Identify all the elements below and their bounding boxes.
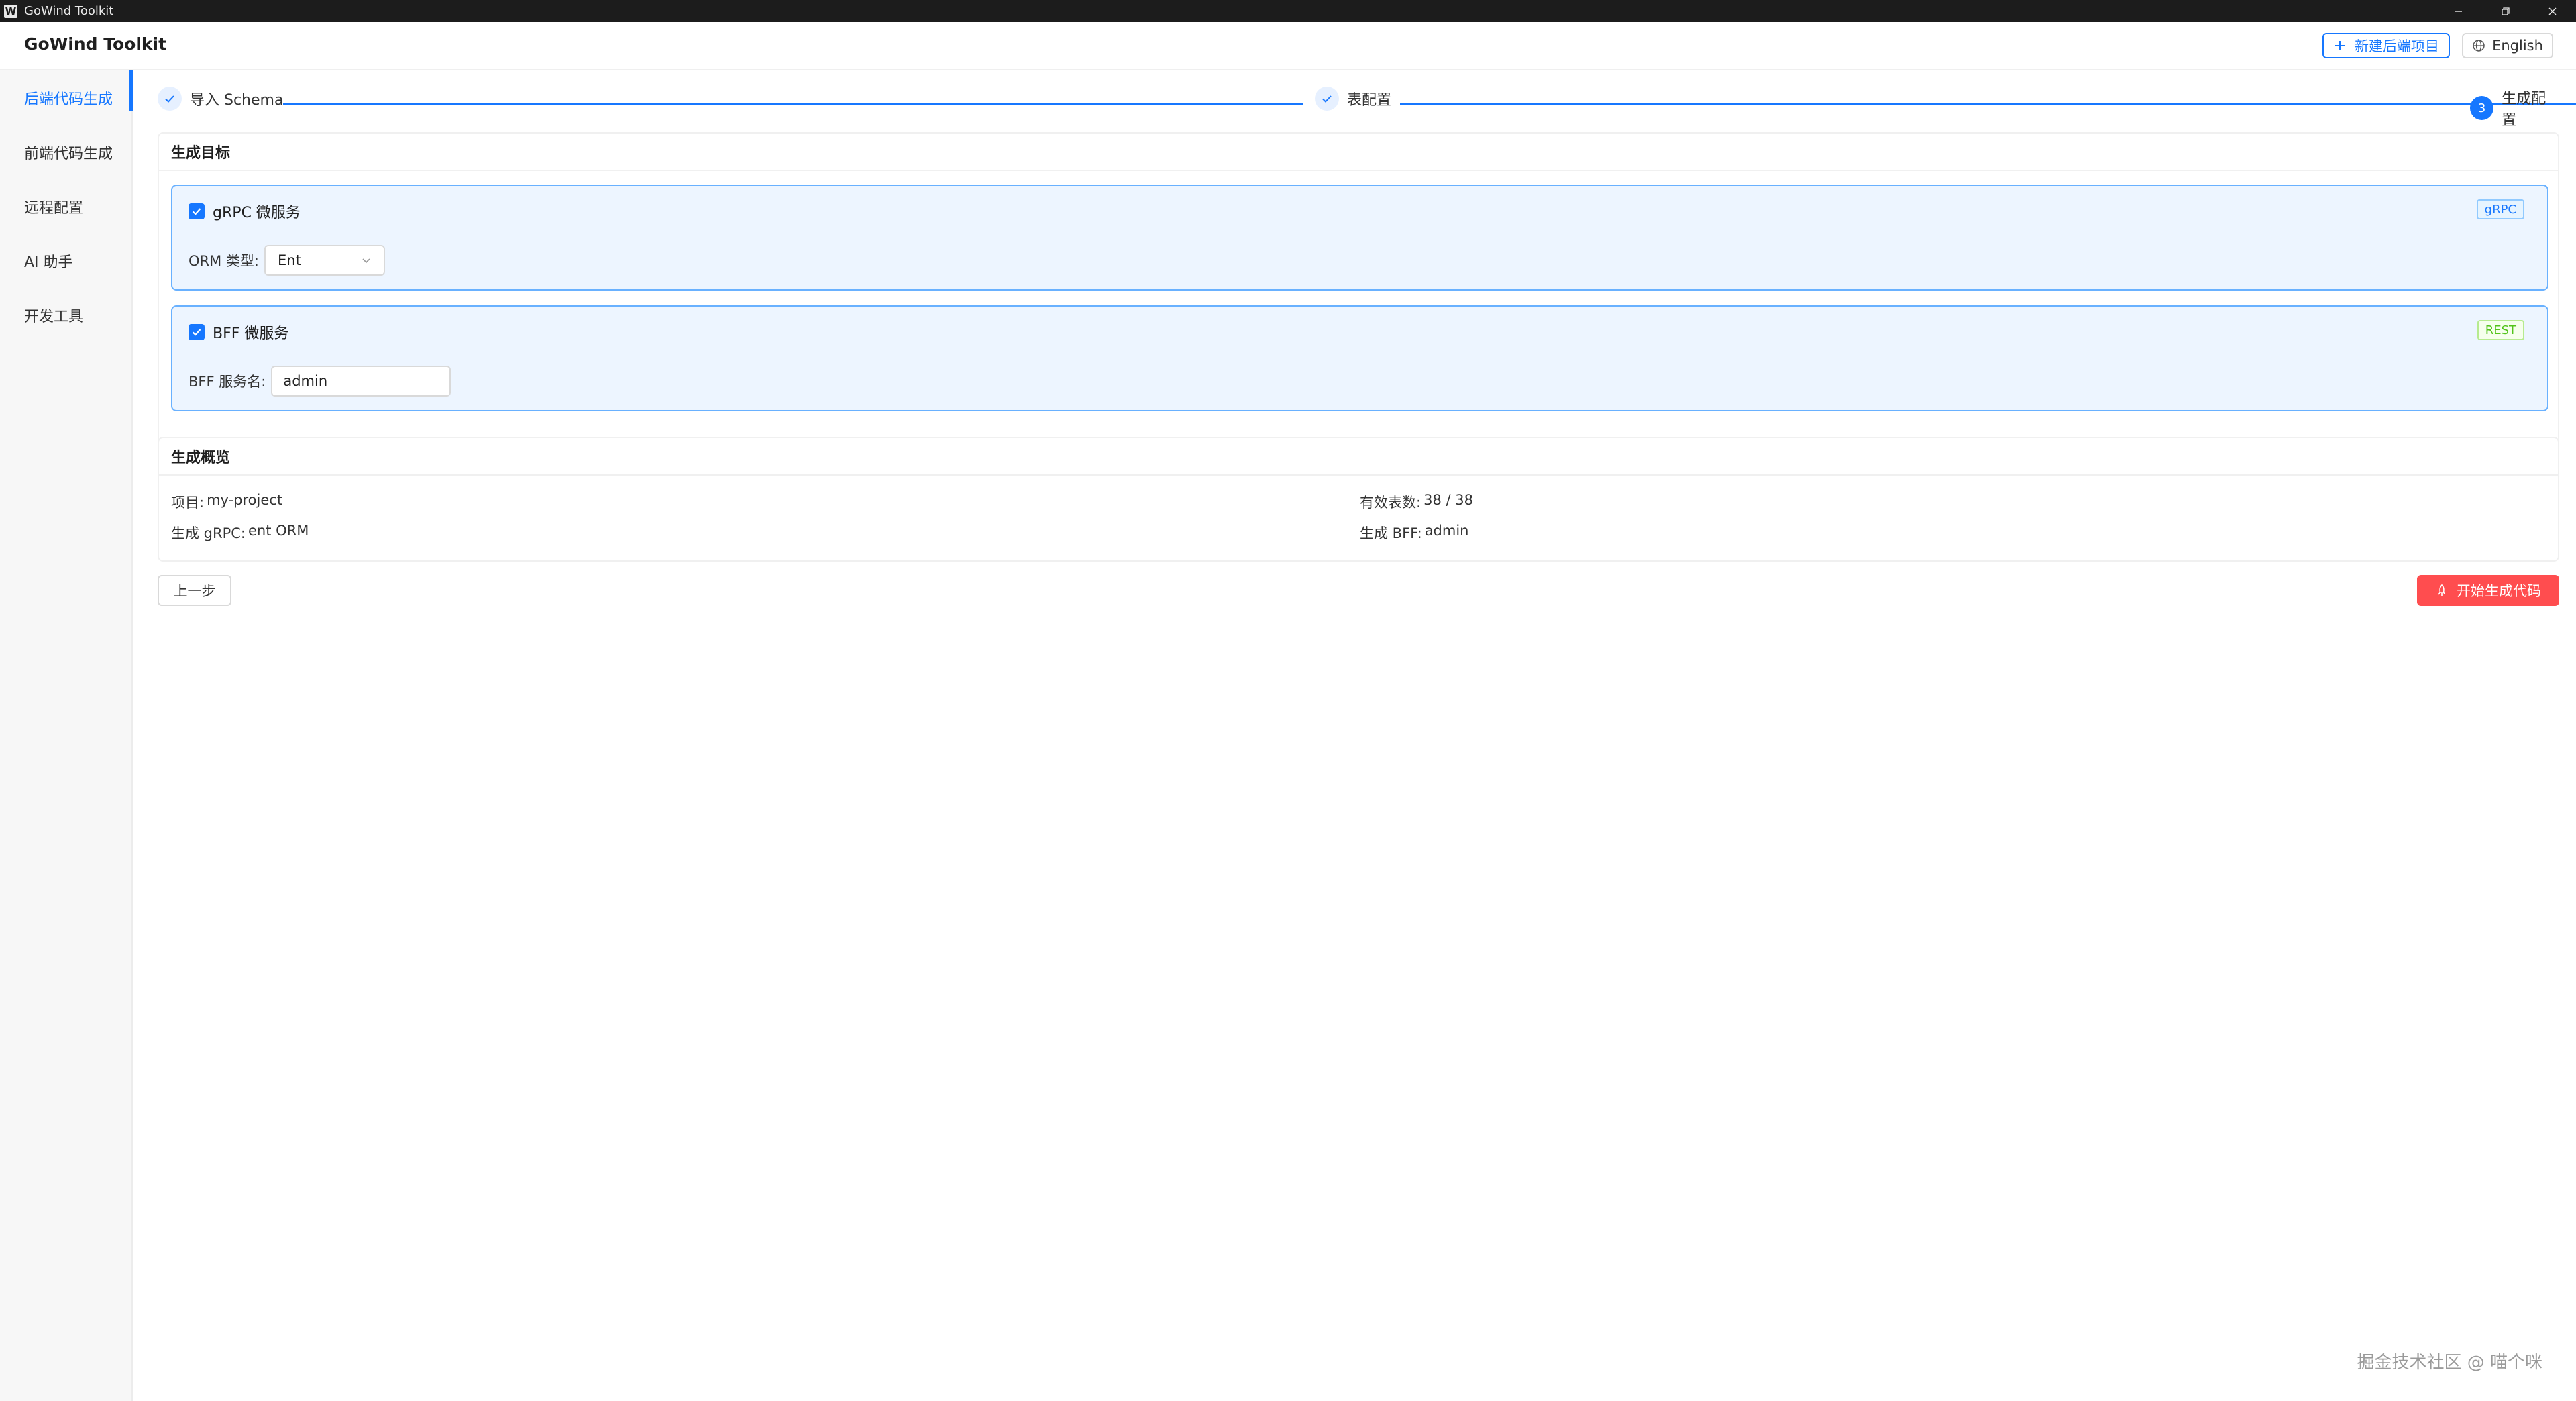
bff-name-row: BFF 服务名: — [189, 366, 451, 397]
sidebar-item-label: 前端代码生成 — [24, 145, 113, 162]
window-controls — [2435, 0, 2576, 22]
grpc-target-label: gRPC 微服务 — [213, 205, 301, 221]
new-backend-project-label: 新建后端项目 — [2355, 38, 2439, 54]
grpc-checkbox[interactable] — [189, 203, 205, 219]
minimize-button[interactable] — [2435, 0, 2482, 22]
orm-type-select[interactable]: Ent — [264, 245, 385, 276]
window-titlebar: W GoWind Toolkit — [0, 0, 2576, 22]
window-title: GoWind Toolkit — [24, 4, 114, 18]
orm-type-value: Ent — [278, 252, 301, 268]
orm-type-label: ORM 类型: — [189, 253, 259, 269]
sidebar-item-label: 开发工具 — [24, 308, 84, 325]
close-icon — [2548, 7, 2557, 15]
summary-grpc-label: 生成 gRPC: — [171, 525, 246, 541]
summary-bff: 生成 BFF: admin — [1360, 523, 1469, 543]
summary-project: 项目: my-project — [171, 492, 282, 512]
language-label: English — [2492, 38, 2543, 54]
watermark: 掘金技术社区 @ 喵个咪 — [2357, 1353, 2542, 1373]
generation-summary-card: 生成概览 项目: my-project 有效表数: 38 / 38 生成 gRP… — [158, 437, 2559, 562]
summary-grpc: 生成 gRPC: ent ORM — [171, 523, 309, 543]
summary-tables-value: 38 / 38 — [1424, 492, 1473, 508]
grpc-target-box: gRPC 微服务 gRPC ORM 类型: Ent — [171, 185, 2548, 291]
step-import-schema[interactable]: 导入 Schema — [158, 87, 283, 111]
bff-name-input[interactable] — [271, 366, 451, 397]
start-generate-label: 开始生成代码 — [2457, 583, 2541, 599]
chevron-down-icon — [362, 258, 370, 264]
summary-tables-label: 有效表数: — [1360, 495, 1421, 511]
close-button[interactable] — [2529, 0, 2576, 22]
step-done-icon — [158, 87, 182, 111]
checkmark-icon — [192, 329, 201, 336]
sidebar-item-label: 远程配置 — [24, 199, 84, 217]
bff-target-header: BFF 微服务 — [189, 321, 288, 343]
sidebar-item-remote-config[interactable]: 远程配置 — [0, 179, 131, 234]
sidebar-item-ai-assistant[interactable]: AI 助手 — [0, 234, 131, 288]
card-title: 生成目标 — [159, 134, 2558, 171]
orm-type-row: ORM 类型: Ent — [189, 245, 385, 276]
bff-target-label: BFF 微服务 — [213, 325, 289, 342]
step-table-config[interactable]: 表配置 — [1315, 87, 1391, 111]
checkmark-icon — [192, 208, 201, 215]
app-header: GoWind Toolkit 新建后端项目 English — [0, 22, 2576, 70]
grpc-target-header: gRPC 微服务 — [189, 201, 301, 222]
bff-target-box: BFF 微服务 REST BFF 服务名: — [171, 305, 2548, 411]
summary-project-label: 项目: — [171, 495, 205, 511]
start-generate-button[interactable]: 开始生成代码 — [2417, 575, 2559, 606]
sidebar-item-label: AI 助手 — [24, 254, 73, 271]
step-connector — [1400, 103, 2576, 105]
grpc-tag: gRPC — [2476, 199, 2524, 219]
summary-project-value: my-project — [207, 492, 283, 508]
sidebar-item-label: 后端代码生成 — [24, 91, 113, 108]
minimize-icon — [2455, 10, 2462, 12]
rest-tag: REST — [2477, 320, 2524, 340]
sidebar-item-backend-codegen[interactable]: 后端代码生成 — [0, 70, 133, 125]
bff-checkbox[interactable] — [189, 324, 205, 340]
summary-grpc-value: ent ORM — [248, 523, 309, 539]
globe-icon — [2473, 40, 2485, 52]
new-backend-project-button[interactable]: 新建后端项目 — [2322, 33, 2450, 58]
previous-step-button[interactable]: 上一步 — [158, 575, 231, 606]
step-label: 表配置 — [1347, 92, 1392, 109]
language-switch-button[interactable]: English — [2462, 33, 2553, 58]
step-label: 生成配置 — [2502, 91, 2546, 129]
step-number: 3 — [2470, 96, 2494, 120]
plus-icon — [2335, 41, 2345, 50]
card-title: 生成概览 — [159, 438, 2558, 476]
app-name: GoWind Toolkit — [24, 34, 167, 54]
sidebar: 后端代码生成 前端代码生成 远程配置 AI 助手 开发工具 — [0, 70, 133, 1401]
step-connector — [283, 103, 1303, 105]
check-icon — [1322, 95, 1332, 103]
summary-bff-label: 生成 BFF: — [1360, 525, 1422, 541]
check-icon — [165, 95, 174, 103]
app-logo-icon: W — [4, 4, 17, 18]
restore-button[interactable] — [2482, 0, 2529, 22]
restore-icon — [2502, 7, 2510, 15]
rocket-icon — [2438, 584, 2446, 596]
sidebar-item-dev-tools[interactable]: 开发工具 — [0, 288, 131, 342]
summary-tables: 有效表数: 38 / 38 — [1360, 492, 1473, 512]
summary-bff-value: admin — [1424, 523, 1469, 539]
step-done-icon — [1315, 87, 1339, 111]
bff-name-label: BFF 服务名: — [189, 374, 266, 390]
step-label: 导入 Schema — [190, 92, 284, 109]
step-generate-config[interactable]: 3 生成配置 — [2470, 87, 2559, 129]
sidebar-item-frontend-codegen[interactable]: 前端代码生成 — [0, 125, 131, 179]
steps-indicator: 导入 Schema 表配置 3 生成配置 — [158, 87, 2576, 129]
